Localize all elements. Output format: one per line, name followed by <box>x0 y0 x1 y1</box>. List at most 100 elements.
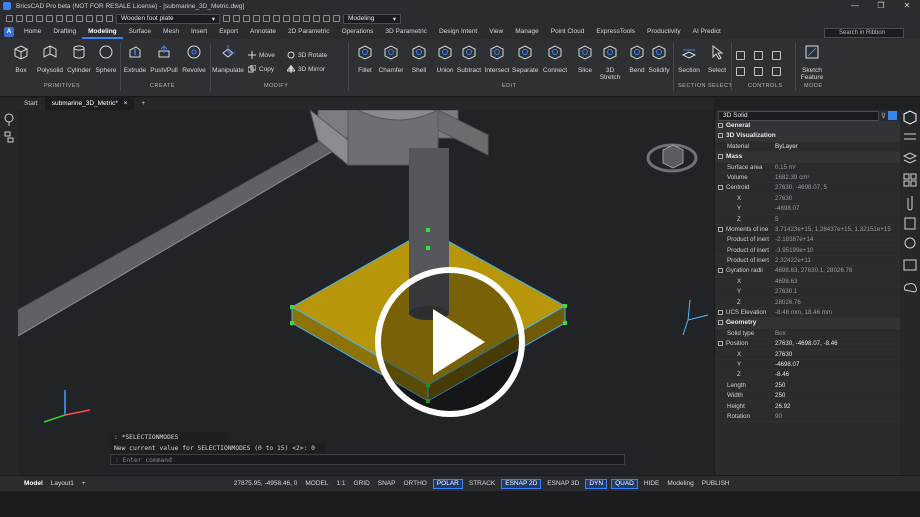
view-back-icon[interactable] <box>303 15 310 22</box>
expand-icon[interactable] <box>718 341 723 347</box>
save-as-icon[interactable] <box>36 15 43 22</box>
quick-select-icon[interactable] <box>888 111 897 120</box>
status-toggle-hide[interactable]: HIDE <box>640 476 664 492</box>
polysolid-button[interactable]: Polysolid <box>36 43 64 74</box>
status-toggle-model[interactable]: MODEL <box>301 476 332 492</box>
property-row[interactable]: Volume 1682.39 cm³ <box>715 173 900 184</box>
open-icon[interactable] <box>16 15 23 22</box>
balloon-icon[interactable] <box>904 237 916 249</box>
revolve-button[interactable]: Revolve <box>180 43 208 74</box>
view-top-icon[interactable] <box>253 15 260 22</box>
lock-icon[interactable] <box>106 15 113 22</box>
collapse-icon[interactable] <box>718 122 723 128</box>
menu-tab-3d-parametric[interactable]: 3D Parametric <box>379 25 433 39</box>
property-row[interactable]: Y -4698.07 <box>715 204 900 215</box>
separate-button[interactable]: Separate <box>512 43 538 74</box>
linetype-icon[interactable] <box>233 15 240 22</box>
box-button[interactable]: Box <box>10 43 32 74</box>
menu-tab-ai-predict[interactable]: AI Predict <box>687 25 727 39</box>
category-mass[interactable]: Mass <box>715 152 900 163</box>
connect-button[interactable]: Connect <box>542 43 568 74</box>
new-tab-button[interactable]: + <box>134 98 152 110</box>
collapse-icon[interactable] <box>718 320 723 326</box>
menu-tab-manage[interactable]: Manage <box>509 25 545 39</box>
property-row[interactable]: Y 27630.1 <box>715 287 900 298</box>
structure-tree-icon[interactable] <box>4 131 14 143</box>
chamfer-button[interactable]: Chamfer <box>378 43 404 74</box>
property-row[interactable]: X 27630 <box>715 350 900 360</box>
category-3d-visualization[interactable]: 3D Visualization <box>715 131 900 142</box>
visual-style-icon[interactable] <box>313 15 320 22</box>
selection-filter-icon[interactable] <box>736 51 745 60</box>
menu-tab-insert[interactable]: Insert <box>185 25 213 39</box>
cylinder-button[interactable]: Cylinder <box>66 43 92 74</box>
close-icon[interactable]: × <box>124 100 128 107</box>
property-row[interactable]: X 27630 <box>715 194 900 205</box>
property-row[interactable]: Centroid 27630, -4698.07, 5 <box>715 183 900 194</box>
workspace-icon[interactable] <box>333 15 340 22</box>
video-play-button[interactable] <box>375 267 525 417</box>
3d-mirror-button[interactable]: 3D Mirror <box>287 65 325 73</box>
property-row[interactable]: Solid type Box <box>715 329 900 340</box>
select-button[interactable]: Select <box>705 43 729 74</box>
lightbulb-icon[interactable] <box>86 15 93 22</box>
menu-tab-surface[interactable]: Surface <box>123 25 157 39</box>
pin-icon[interactable] <box>4 113 14 126</box>
status-toggle-esnap-3d[interactable]: ESNAP 3D <box>543 476 583 492</box>
add-layout-button[interactable]: + <box>78 476 90 492</box>
status-toggle-quad[interactable]: QUAD <box>611 478 638 489</box>
hotkey-icon[interactable] <box>772 67 781 76</box>
status-toggle-strack[interactable]: STRACK <box>465 476 499 492</box>
menu-tab-point-cloud[interactable]: Point Cloud <box>545 25 591 39</box>
sketch-feature-button[interactable]: Sketch Feature <box>797 43 827 81</box>
status-toggle-esnap-2d[interactable]: ESNAP 2D <box>501 478 542 489</box>
menu-tab-productivity[interactable]: Productivity <box>641 25 687 39</box>
status-toggle-polar[interactable]: POLAR <box>432 478 463 489</box>
tab-submarine-3d-metric[interactable]: submarine_3D_Metric* × <box>44 98 135 110</box>
color-icon[interactable] <box>223 15 230 22</box>
command-input[interactable]: : Enter command <box>110 454 625 465</box>
close-button[interactable]: ✕ <box>894 0 920 12</box>
menu-tab-2d-parametric[interactable]: 2D Parametric <box>282 25 336 39</box>
category-geometry[interactable]: Geometry <box>715 318 900 329</box>
lineweight-icon[interactable] <box>243 15 250 22</box>
menu-tab-design-intent[interactable]: Design Intent <box>433 25 483 39</box>
attachment-icon[interactable] <box>907 196 913 211</box>
property-row[interactable]: Z 28026.76 <box>715 298 900 309</box>
book-icon[interactable] <box>904 217 916 230</box>
menu-tab-annotate[interactable]: Annotate <box>244 25 282 39</box>
collapse-icon[interactable] <box>718 153 723 159</box>
viewcube-icon[interactable] <box>646 143 698 173</box>
3d-stretch-button[interactable]: 3D Stretch <box>597 43 623 81</box>
quad-icon[interactable] <box>754 67 763 76</box>
status-toggle-grid[interactable]: GRID <box>350 476 374 492</box>
menu-tab-modeling[interactable]: Modeling <box>82 25 123 39</box>
shell-button[interactable]: Shell <box>406 43 432 74</box>
property-row[interactable]: Z5 <box>715 215 900 225</box>
property-row[interactable]: Material ByLayer <box>715 142 900 153</box>
property-row[interactable]: Length 250 <box>715 381 900 392</box>
push-pull-button[interactable]: Push/Pull <box>148 43 180 74</box>
workspace-dropdown[interactable]: Modeling ▾ <box>343 13 401 24</box>
dynamic-dimension-icon[interactable] <box>772 51 781 60</box>
gizmo-icon[interactable] <box>754 51 763 60</box>
layer-state-icon[interactable] <box>76 15 83 22</box>
property-row[interactable]: Height 26.92 <box>715 402 900 412</box>
property-row[interactable]: UCS Elevation -8.46 mm, 18.46 mm <box>715 308 900 319</box>
menu-tab-operations[interactable]: Operations <box>336 25 380 39</box>
sun-icon[interactable] <box>96 15 103 22</box>
expand-icon[interactable] <box>718 185 723 191</box>
undo-icon[interactable] <box>56 15 63 22</box>
menu-tab-home[interactable]: Home <box>18 25 47 39</box>
layer-dropdown[interactable]: Wooden foot plate ▾ <box>116 13 220 24</box>
subtract-button[interactable]: Subtract <box>456 43 482 74</box>
property-row[interactable]: Moments of ine 3.71423e+15, 1.28437e+15, … <box>715 225 900 236</box>
menu-tab-view[interactable]: View <box>483 25 509 39</box>
property-row[interactable]: Product of inert -3.95199e+10 <box>715 246 900 257</box>
filter-icon[interactable]: ⊽ <box>881 112 886 120</box>
property-row[interactable]: Product of inert -2.18387e+14 <box>715 235 900 246</box>
properties-icon[interactable] <box>903 110 917 125</box>
property-row[interactable]: Gyration radii 4698.63, 27630.1, 28026.76 <box>715 266 900 277</box>
new-icon[interactable] <box>6 15 13 22</box>
expand-icon[interactable] <box>718 309 723 315</box>
